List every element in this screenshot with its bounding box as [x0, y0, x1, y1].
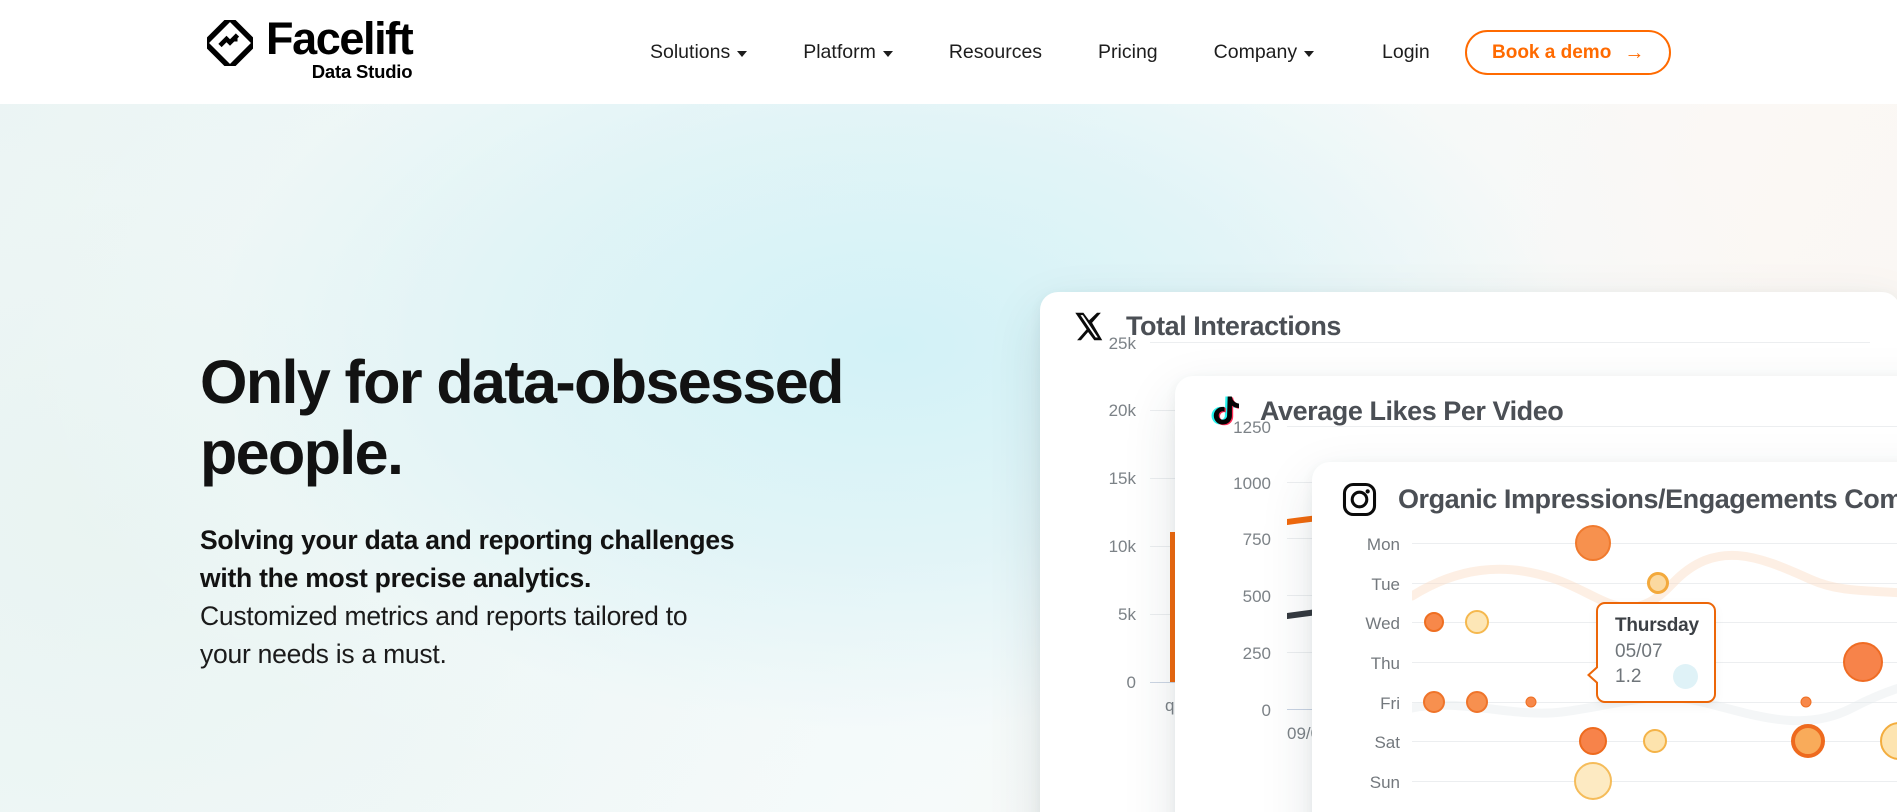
bubble-fri-3[interactable] [1525, 696, 1537, 708]
card-organic-impressions[interactable]: Organic Impressions/Engagements Compa Mo… [1312, 462, 1897, 812]
bubble-thu-2[interactable] [1843, 642, 1883, 682]
card3-ylabel-tue: Tue [1371, 575, 1400, 594]
card3-ylabel-sun: Sun [1369, 773, 1400, 792]
card1-title: Total Interactions [1126, 311, 1341, 341]
bubble-wed-1[interactable] [1424, 612, 1444, 632]
gridline [1150, 342, 1870, 343]
bubble-sat-2[interactable] [1643, 729, 1667, 753]
nav-label: Company [1213, 40, 1298, 63]
card3-ylabel-fri: Fri [1380, 694, 1400, 713]
bubble-wed-2[interactable] [1465, 610, 1489, 634]
card3-ylabel-wed: Wed [1365, 614, 1400, 633]
subtitle-line-4: your needs is a must. [200, 639, 447, 669]
tooltip-day: Thursday [1615, 615, 1699, 636]
hero-copy: Only for data-obsessed people. Solving y… [200, 347, 900, 673]
card2-ytick-250: 250 [1242, 644, 1271, 663]
card3-ylabel-thu: Thu [1370, 654, 1400, 673]
nav-item-solutions[interactable]: Solutions [622, 41, 775, 64]
bubble-tue-1[interactable] [1647, 572, 1669, 594]
nav-label: Pricing [1098, 40, 1158, 63]
nav-label: Resources [948, 40, 1043, 63]
hero-subtitle: Solving your data and reporting challeng… [200, 521, 900, 673]
chevron-down-icon [737, 50, 748, 57]
bubble-mon-1[interactable] [1575, 525, 1611, 561]
nav-label: Solutions [650, 40, 731, 63]
nav-item-resources[interactable]: Resources [921, 41, 1070, 64]
card2-ytick-0: 0 [1261, 701, 1271, 720]
card1-ytick-10k: 10k [1108, 537, 1136, 556]
tooltip-date: 05/07 [1615, 641, 1663, 662]
nav-label: Platform [803, 40, 876, 63]
bubble-sun-1[interactable] [1574, 762, 1612, 800]
page-title: Only for data-obsessed people. [200, 347, 900, 489]
logo-name: Facelift [266, 13, 414, 64]
card3-title: Organic Impressions/Engagements Compa [1398, 484, 1897, 514]
login-link[interactable]: Login [1382, 0, 1430, 104]
card2-ytick-1000: 1000 [1233, 474, 1271, 493]
card1-ytick-15k: 15k [1108, 469, 1136, 488]
headline-line-2: people. [200, 419, 404, 487]
main-navigation: Solutions Platform Resources Pricing Com… [622, 0, 1342, 104]
chevron-down-icon [882, 50, 893, 57]
logo[interactable]: Facelift Data Studio [203, 13, 414, 83]
card3-ylabel-sat: Sat [1374, 733, 1400, 752]
bubble-fri-4[interactable] [1800, 696, 1812, 708]
facelift-diamond-icon [203, 16, 257, 70]
card1-ytick-5k: 5k [1118, 605, 1136, 624]
card1-ytick-0: 0 [1126, 673, 1136, 692]
subtitle-line-1: Solving your data and reporting challeng… [200, 525, 735, 555]
nav-item-company[interactable]: Company [1186, 41, 1342, 64]
nav-item-pricing[interactable]: Pricing [1070, 41, 1186, 64]
header-book-demo-label: Book a demo [1492, 41, 1612, 63]
arrow-right-icon: → [1624, 41, 1645, 64]
chevron-down-icon [1304, 50, 1315, 57]
bubble-sat-1[interactable] [1579, 727, 1607, 755]
subtitle-line-3: Customized metrics and reports tailored … [200, 601, 688, 631]
bubble-fri-1[interactable] [1423, 691, 1445, 713]
tooltip-arrow-inner [1590, 666, 1600, 684]
bubble-fri-2[interactable] [1466, 691, 1488, 713]
tooltip-series-dot [1673, 664, 1698, 689]
site-header: Facelift Data Studio Solutions Platform … [0, 0, 1897, 104]
subtitle-line-2: with the most precise analytics. [200, 563, 592, 593]
card1-xtick-partial: q [1165, 696, 1175, 715]
hero-section: Only for data-obsessed people. Solving y… [0, 104, 1897, 812]
header-book-demo-button[interactable]: Book a demo → [1465, 30, 1672, 75]
bubble-sat-3[interactable] [1791, 724, 1825, 758]
card1-ytick-25k: 25k [1108, 334, 1136, 353]
instagram-icon [1342, 482, 1377, 517]
card1-ytick-20k: 20k [1108, 401, 1136, 420]
nav-item-platform[interactable]: Platform [775, 41, 921, 64]
headline-line-1: Only for data-obsessed [200, 348, 844, 416]
card2-ytick-500: 500 [1242, 587, 1271, 606]
card2-ytick-1250: 1250 [1233, 418, 1271, 437]
chart-tooltip: Thursday 05/07 1.2 [1587, 602, 1716, 703]
card3-header: Organic Impressions/Engagements Compa [1342, 482, 1897, 517]
logo-subtitle: Data Studio [311, 61, 413, 82]
card2-ytick-750: 750 [1242, 530, 1271, 549]
card3-ylabel-mon: Mon [1366, 535, 1400, 554]
